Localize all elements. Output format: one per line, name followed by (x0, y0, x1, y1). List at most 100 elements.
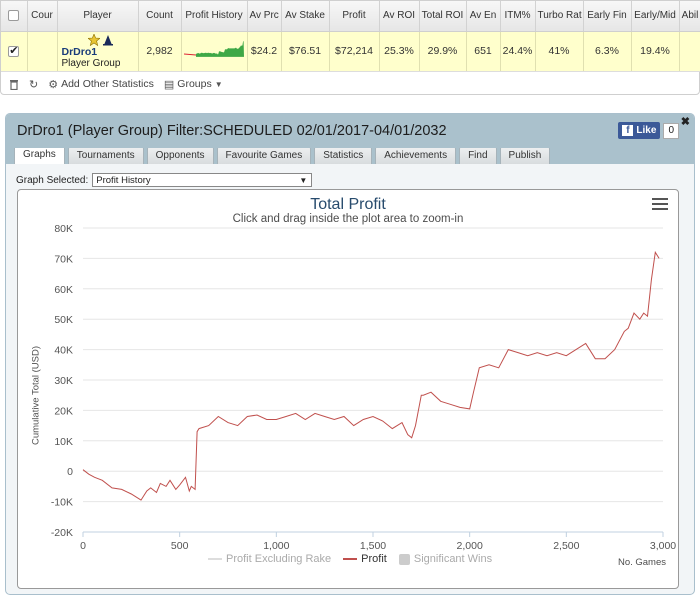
add-columns-icon: ⚙ (48, 78, 59, 91)
x-axis-label: No. Games (617, 557, 666, 568)
y-tick-label: 60K (54, 284, 73, 296)
profit-sparkline (183, 40, 244, 57)
col-header-total-roi[interactable]: Total ROI (419, 1, 467, 32)
graph-select-value: Profit History (96, 174, 151, 186)
legend-item-excl-rake[interactable]: Profit Excluding Rake (208, 553, 331, 565)
y-tick-label: 0 (67, 466, 73, 478)
x-tick-label: 0 (80, 540, 86, 552)
groups-dropdown[interactable]: ▤ Groups ▼ (164, 78, 223, 91)
panel-header: DrDro1 (Player Group) Filter:SCHEDULED 0… (6, 114, 694, 148)
col-header-early-mid[interactable]: Early/Mid (631, 1, 680, 32)
groups-icon: ▤ (163, 78, 175, 91)
col-header-av-prize[interactable]: Av Prc (247, 1, 282, 32)
col-header-profit-history[interactable]: Profit History (181, 1, 248, 32)
delete-button[interactable] (9, 79, 19, 90)
cell-profit-history (181, 31, 248, 72)
tab-statistics[interactable]: Statistics (314, 146, 373, 164)
wizard-hat-icon (102, 34, 113, 45)
y-axis-label: Cumulative Total (USD) (30, 345, 42, 446)
cell-av-stake: $76.51 (281, 31, 330, 72)
y-tick-label: 20K (54, 405, 73, 417)
cell-profit: $72,214 (329, 31, 380, 72)
graph-select-dropdown[interactable]: Profit History ▼ (92, 173, 313, 187)
legend-label-excl-rake: Profit Excluding Rake (226, 553, 332, 565)
row-checkbox[interactable] (8, 44, 20, 57)
x-tick-label: 500 (171, 540, 189, 552)
star-badge-icon (87, 33, 100, 46)
player-group-label: Player Group (61, 57, 121, 69)
row-select-cell[interactable] (1, 31, 28, 72)
legend-label-significant-wins: Significant Wins (413, 553, 493, 565)
legend-label-profit: Profit (361, 553, 387, 565)
tab-opponents[interactable]: Opponents (146, 146, 214, 164)
cell-total-roi: 29.9% (419, 31, 467, 72)
graph-selected-label: Graph Selected: (16, 174, 89, 186)
cell-cour (27, 31, 58, 72)
facebook-like-widget: f Like 0 (618, 122, 679, 139)
cell-av-roi: 25.3% (379, 31, 420, 72)
col-header-profit[interactable]: Profit (329, 1, 380, 32)
table-toolbar: ↻ ⚙ Add Other Statistics ▤ Groups ▼ (1, 73, 699, 95)
col-header-itm[interactable]: ITM% (500, 1, 536, 32)
cell-count: 2,982 (138, 31, 182, 72)
facebook-like-button[interactable]: f Like (618, 122, 661, 139)
chevron-down-icon: ▼ (214, 79, 223, 89)
player-name-link[interactable]: DrDro1 (62, 46, 136, 58)
tab-publish[interactable]: Publish (499, 146, 551, 164)
close-icon[interactable]: ✖ (681, 115, 690, 128)
col-header-av-stake[interactable]: Av Stake (281, 1, 330, 32)
col-header-early-finish[interactable]: Early Fin (583, 1, 632, 32)
profit-chart-svg[interactable]: -20K -10K 0 10K 20K 30K 40K 50K 60K 70K 80K 0 500 1,… (18, 190, 678, 588)
player-detail-panel: DrDro1 (Player Group) Filter:SCHEDULED 0… (5, 113, 695, 595)
table-row[interactable]: DrDro1 Player Group 2,982 $24.2 $76.51 $… (1, 31, 700, 72)
tab-achievements[interactable]: Achievements (375, 146, 457, 164)
col-header-cour[interactable]: Cour (27, 1, 58, 32)
refresh-icon: ↻ (29, 78, 39, 91)
groups-label: Groups (177, 78, 212, 90)
col-header-player[interactable]: Player (57, 1, 139, 32)
tab-find[interactable]: Find (459, 146, 497, 164)
facebook-like-label: Like (636, 125, 657, 136)
trash-icon (10, 79, 18, 90)
col-header-av-entrants[interactable]: Av En (466, 1, 501, 32)
cell-av-prize: $24.2 (247, 31, 282, 72)
chart-container[interactable]: Total Profit Click and drag inside the p… (17, 189, 679, 589)
x-tick-label: 2,000 (457, 540, 483, 552)
y-tick-label: -20K (51, 527, 73, 539)
y-tick-label: 80K (54, 223, 73, 235)
col-header-av-roi[interactable]: Av ROI (379, 1, 420, 32)
cell-player[interactable]: DrDro1 Player Group (57, 31, 139, 72)
player-stats-table: Cour Player Count Profit History Av Prc … (1, 1, 700, 72)
panel-title: DrDro1 (Player Group) Filter:SCHEDULED 0… (17, 123, 447, 139)
tab-favourite-games[interactable]: Favourite Games (216, 146, 312, 164)
cell-av-entrants: 651 (466, 31, 501, 72)
select-all-header[interactable] (1, 1, 28, 32)
series-profit-line (82, 250, 660, 501)
cell-early-finish: 6.3% (583, 31, 632, 72)
col-header-turbo-ratio[interactable]: Turbo Rat (535, 1, 584, 32)
x-tick-label: 1,000 (263, 540, 289, 552)
col-header-ability[interactable]: Abil (679, 1, 700, 32)
facebook-icon: f (622, 125, 634, 136)
cell-itm: 24.4% (500, 31, 536, 72)
y-tick-label: -10K (51, 497, 73, 509)
cell-early-mid: 19.4% (631, 31, 680, 72)
legend-item-profit[interactable]: Profit (343, 553, 387, 565)
y-tick-label: 40K (54, 345, 73, 357)
y-tick-label: 10K (54, 436, 73, 448)
player-stats-panel: Cour Player Count Profit History Av Prc … (0, 0, 700, 95)
add-other-statistics-button[interactable]: ⚙ Add Other Statistics (48, 78, 154, 91)
x-tick-label: 1,500 (360, 540, 386, 552)
y-tick-label: 70K (54, 253, 73, 265)
cell-turbo-ratio: 41% (535, 31, 584, 72)
tab-tournaments[interactable]: Tournaments (67, 146, 144, 164)
add-other-statistics-label: Add Other Statistics (61, 78, 154, 90)
col-header-count[interactable]: Count (138, 1, 182, 32)
cell-ability (679, 31, 700, 72)
legend-item-significant-wins[interactable]: Significant Wins (398, 553, 493, 565)
y-tick-label: 50K (54, 314, 73, 326)
x-tick-label: 3,000 (650, 540, 676, 552)
x-tick-label: 2,500 (553, 540, 579, 552)
select-all-checkbox[interactable] (8, 10, 20, 22)
refresh-button[interactable]: ↻ (29, 78, 38, 91)
